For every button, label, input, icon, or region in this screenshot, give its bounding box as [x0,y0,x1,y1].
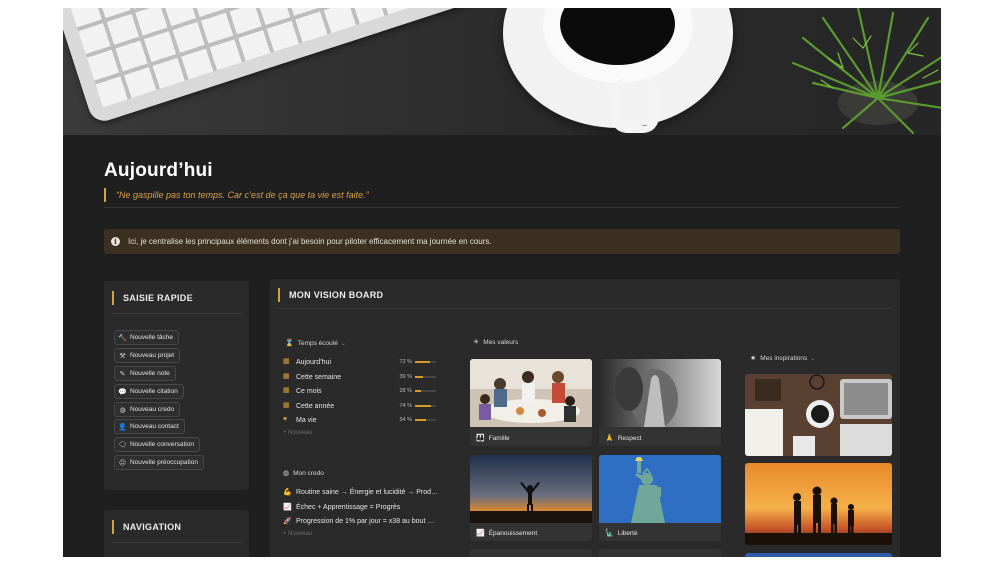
quick-entry-title: SAISIE RAPIDE [112,291,193,305]
new-credo-button[interactable]: ◍ Nouveau credo [114,402,181,417]
progress-bar [415,376,436,378]
quote-bubble-icon: 💬 [118,388,127,396]
divider [112,542,241,543]
divider [104,207,900,208]
divider [112,313,241,314]
value-card-respect[interactable]: 🙏 Respect [599,359,721,446]
new-quote-button[interactable]: 💬 Nouvelle citation [114,384,184,399]
value-caption: 📈 Épanouissement [476,529,538,538]
progress-bar [415,390,436,392]
new-task-button[interactable]: 🔨 Nouvelle tâche [114,330,179,345]
progress-bar [415,405,436,407]
family-dinner-image [470,359,592,427]
new-credo-row-button[interactable]: + Nouveau [283,531,312,537]
progress-bar [415,419,436,421]
inspiration-card-family-sunset[interactable] [745,463,892,545]
rocket-icon: 🚀 [283,518,292,525]
note-icon: ✎ [119,370,126,378]
chart-icon: 📈 [476,530,485,537]
calendar-icon: ▦ [283,402,290,409]
callout-text: Ici, je centralise les principaux élémen… [128,237,492,246]
calendar-icon: ▦ [283,358,290,365]
sunset-silhouette-image [470,455,592,523]
conversation-icon: 🗨 [118,441,127,449]
time-elapsed-heading[interactable]: ⌛ Temps écoulé ⌄ [285,339,346,348]
hands-icon: 🙏 [605,435,614,442]
new-conversation-button[interactable]: 🗨 Nouvelle conversation [114,437,200,452]
statue-of-liberty-image [599,455,721,523]
hourglass-icon: ⌛ [285,340,294,347]
info-icon: i [111,237,120,246]
family-sunset-image [745,463,892,545]
time-row-year[interactable]: ▦ Cette année 74 % [283,400,441,412]
time-row-week[interactable]: ▦ Cette semaine 39 % [283,371,441,383]
new-worry-button[interactable]: ☹ Nouvelle préoccupation [114,455,204,470]
value-caption: 🗽 Liberté [605,529,638,538]
vision-board-title: MON VISION BOARD [278,288,383,302]
chevron-down-icon: ⌄ [340,340,346,347]
credo-row[interactable]: 💪 Routine saine → Énergie et lucidité → … [283,486,448,498]
credo-row[interactable]: 📈 Échec + Apprentissage = Progrès [283,501,448,513]
inspiration-card[interactable] [745,553,892,557]
heart-icon: ♥ [283,416,288,423]
navigation-panel: NAVIGATION [104,510,249,557]
inspiration-card-desk[interactable] [745,374,892,456]
worry-icon: ☹ [118,459,127,467]
new-contact-button[interactable]: 👤 Nouveau contact [114,419,185,434]
hammer-icon: 🔨 [118,334,127,342]
calendar-icon: ▦ [283,373,290,380]
value-card[interactable] [470,549,592,557]
desk-flatlay-image [745,374,892,456]
value-caption: 👪 Famille [476,434,510,443]
value-card[interactable] [599,549,721,557]
chart-up-icon: 📈 [283,504,292,511]
divider [278,308,892,309]
new-project-button[interactable]: ⚒ Nouveau projet [114,348,181,363]
plant-image [791,8,941,135]
value-card-family[interactable]: 👪 Famille [470,359,592,446]
praying-hands-image [599,359,721,427]
value-caption: 🙏 Respect [605,434,642,443]
info-callout: i Ici, je centralise les principaux élém… [104,229,900,254]
quick-entry-panel: SAISIE RAPIDE 🔨 Nouvelle tâche ⚒ Nouveau… [104,281,249,490]
page-title: Aujourd’hui [104,160,213,181]
inspirations-heading[interactable]: ★ Mes inspirations ⌄ [750,354,816,363]
project-icon: ⚒ [119,352,126,360]
sun-icon: ☀ [473,339,480,346]
credo-row[interactable]: 🚀 Progression de 1% par jour = x38 au bo… [283,515,448,527]
cover-image [63,8,941,135]
progress-bar [415,361,436,363]
time-row-month[interactable]: ▦ Ce mois 28 % [283,385,441,397]
family-icon: 👪 [476,435,485,442]
value-card-fulfillment[interactable]: 📈 Épanouissement [470,455,592,541]
calendar-icon: ▦ [283,387,290,394]
notion-page: Aujourd’hui “Ne gaspille pas ton temps. … [63,8,941,557]
person-icon: 👤 [118,423,127,431]
credo-icon: ◍ [119,406,126,414]
vision-board-panel: MON VISION BOARD ⌛ Temps écoulé ⌄ ▦ Aujo… [270,279,900,557]
navigation-title: NAVIGATION [112,520,181,534]
statue-icon: 🗽 [605,530,614,537]
credo-icon: ◍ [283,470,290,477]
values-heading: ☀ Mes valeurs [473,338,519,347]
cup-handle-image [611,78,659,133]
page-quote: “Ne gaspille pas ton temps. Car c’est de… [104,188,369,202]
new-time-row-button[interactable]: + Nouveau [283,430,312,436]
time-row-today[interactable]: ▦ Aujourd’hui 72 % [283,356,441,368]
time-row-life[interactable]: ♥ Ma vie 54 % [283,414,441,426]
chevron-down-icon: ⌄ [810,355,816,362]
value-card-liberty[interactable]: 🗽 Liberté [599,455,721,541]
credo-heading: ◍ Mon credo [283,469,324,478]
new-note-button[interactable]: ✎ Nouvelle note [114,366,176,381]
star-icon: ★ [750,355,757,362]
muscle-icon: 💪 [283,489,292,496]
